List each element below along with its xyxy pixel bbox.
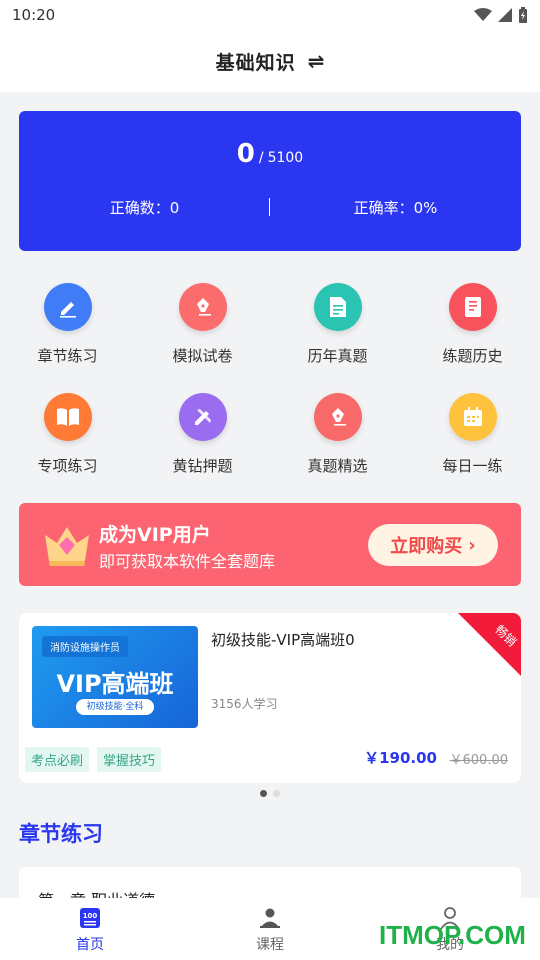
pen-nib-icon (178, 283, 227, 331)
teacher-icon (258, 906, 282, 930)
done-count: 0 (236, 139, 255, 169)
course-price: ￥190.00 (364, 749, 437, 767)
feature-selected-questions[interactable]: 真题精选 (270, 393, 405, 476)
stats-row: 正确数：0 正确率：0% (19, 197, 521, 218)
tab-courses[interactable]: 课程 (180, 898, 360, 960)
status-time: 10:20 (12, 6, 56, 24)
feature-practice-history[interactable]: 练题历史 (405, 283, 540, 366)
progress-count: 0/5100 (19, 139, 521, 169)
carousel-dots (0, 790, 540, 797)
pen-nib-icon (313, 393, 362, 441)
course-tag: 考点必刷 (25, 747, 90, 772)
course-card[interactable]: 消防设施操作员 VIP高端班 初级技能·全科 初级技能-VIP高端班0 3156… (19, 613, 521, 783)
feature-daily-practice[interactable]: 每日一练 (405, 393, 540, 476)
stats-card: 0/5100 正确数：0 正确率：0% (19, 111, 521, 251)
thumbnail-title: VIP高端班 (56, 670, 174, 698)
correct-count: 正确数：0 (109, 199, 180, 217)
feature-past-exams[interactable]: 历年真题 (270, 283, 405, 366)
svg-text:100: 100 (83, 912, 98, 920)
vip-title: 成为VIP用户 (99, 524, 211, 546)
feature-label: 章节练习 (37, 347, 98, 365)
home-book-icon: 100 (79, 906, 101, 930)
feature-gold-predict[interactable]: 黄钻押题 (135, 393, 270, 476)
hot-ribbon: 畅销 (457, 613, 521, 677)
open-book-icon (43, 393, 92, 441)
buy-now-button[interactable]: 立即购买 › (368, 524, 498, 566)
feature-mock-exam[interactable]: 模拟试卷 (135, 283, 270, 366)
status-icons (474, 7, 528, 23)
feature-special-practice[interactable]: 专项练习 (0, 393, 135, 476)
feature-label: 专项练习 (37, 457, 98, 475)
course-thumbnail: 消防设施操作员 VIP高端班 初级技能·全科 (32, 626, 198, 728)
feature-label: 黄钻押题 (172, 457, 233, 475)
tab-label: 首页 (76, 937, 104, 953)
course-tags: 考点必刷 掌握技巧 (25, 747, 162, 772)
edit-pencil-icon (43, 283, 92, 331)
feature-label: 真题精选 (307, 457, 368, 475)
course-learners: 3156人学习 (211, 697, 278, 711)
tab-home[interactable]: 100 首页 (0, 898, 180, 960)
correct-rate: 正确率：0% (353, 199, 438, 217)
notebook-icon (448, 283, 497, 331)
crown-icon (45, 527, 89, 566)
pencil-ruler-icon (178, 393, 227, 441)
calendar-icon (448, 393, 497, 441)
document-icon (313, 283, 362, 331)
wifi-icon (474, 8, 492, 21)
thumbnail-subtitle: 初级技能·全科 (76, 699, 154, 715)
carousel-dot[interactable] (273, 790, 280, 797)
chevron-right-icon: › (468, 534, 476, 556)
feature-label: 练题历史 (442, 347, 503, 365)
status-bar: 10:20 (0, 0, 540, 30)
feature-label: 模拟试卷 (172, 347, 233, 365)
vip-banner[interactable]: 成为VIP用户 即可获取本软件全套题库 立即购买 › (19, 503, 521, 586)
feature-chapter-practice[interactable]: 章节练习 (0, 283, 135, 366)
feature-label: 历年真题 (307, 347, 368, 365)
page-title[interactable]: 基础知识 (216, 48, 296, 75)
tab-label: 课程 (256, 937, 284, 953)
header: 基础知识 ⇌ (0, 30, 540, 92)
swap-arrows-icon[interactable]: ⇌ (308, 49, 325, 73)
course-tag: 掌握技巧 (97, 747, 162, 772)
total-count: 5100 (267, 150, 304, 166)
course-title: 初级技能-VIP高端班0 (211, 631, 355, 649)
thumbnail-tag: 消防设施操作员 (42, 636, 128, 657)
battery-icon (519, 7, 527, 23)
section-title: 章节练习 (19, 822, 103, 846)
count-separator: / (258, 150, 264, 166)
carousel-dot-active[interactable] (260, 790, 267, 797)
buy-now-label: 立即购买 (390, 536, 463, 557)
feature-label: 每日一练 (442, 457, 503, 475)
signal-icon (498, 8, 512, 22)
watermark: ITMOP.COM (379, 920, 526, 950)
course-original-price: ￥600.00 (449, 753, 509, 768)
vip-subtitle: 即可获取本软件全套题库 (99, 552, 276, 571)
